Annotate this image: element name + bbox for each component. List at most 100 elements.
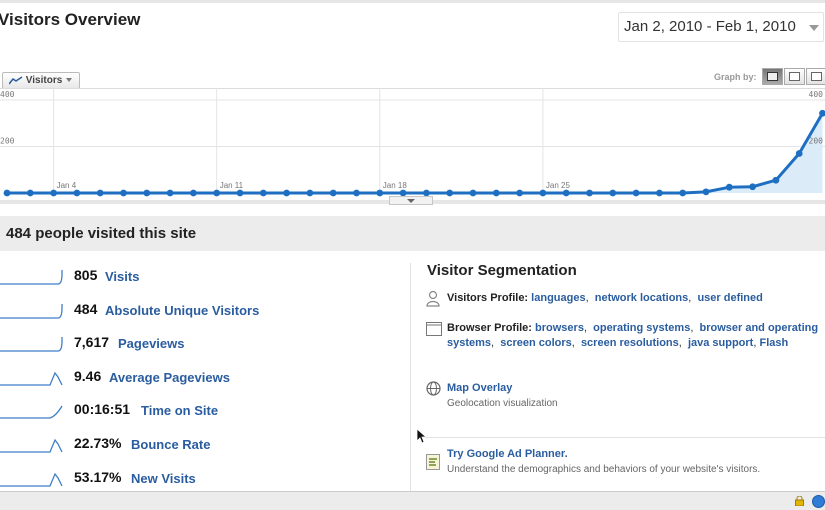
date-range-value: Jan 2, 2010 - Feb 1, 2010 [624,18,796,35]
data-point [492,189,500,197]
y-tick-label-left: 200 [0,137,15,146]
x-tick-label: Jan 18 [383,181,408,190]
link-browsers[interactable]: browsers [535,322,584,334]
lock-icon [795,496,804,506]
data-point [376,189,384,197]
data-point [516,189,523,197]
link-ad-planner[interactable]: Try Google Ad Planner. [447,447,817,462]
link-java-support[interactable]: java support [688,337,753,349]
data-point [329,189,337,197]
metric-row: 7,617 Pageviews [0,331,400,355]
visitors-profile: Visitors Profile: languages, network loc… [447,292,763,304]
x-tick-label: Jan 11 [220,181,244,190]
sparkline [0,472,63,487]
data-point [306,189,314,197]
chevron-down-icon[interactable] [809,25,819,31]
metric-value: 7,617 [74,334,110,350]
link-network-locations[interactable]: network locations [595,292,689,304]
ad-planner-icon [426,454,440,470]
data-point [586,189,593,197]
data-point [96,189,104,197]
ad-planner: Try Google Ad Planner. Understand the de… [447,447,817,477]
x-tick-label: Jan 4 [57,181,77,190]
graph-by-day-button[interactable] [762,68,783,85]
data-point [772,176,780,184]
metric-value: 22.73% [74,435,122,451]
data-point [3,189,11,197]
date-range-selector[interactable]: Jan 2, 2010 - Feb 1, 2010 [618,12,824,42]
metric-dropdown-label: Visitors [25,75,63,86]
mouse-pointer-icon [416,428,426,444]
data-point [120,189,127,197]
data-point [26,189,34,197]
link-screen-resolutions[interactable]: screen resolutions [581,337,679,349]
data-point [73,189,81,197]
summary-headline: 484 people visited this site [0,216,825,251]
metric-row: 9.46 Average Pageviews [0,365,400,389]
metric-value: 00:16:51 [74,401,131,417]
data-point [143,189,151,197]
link-languages[interactable]: languages [531,292,585,304]
map-overlay: Map Overlay Geolocation visualization [447,381,807,411]
data-point [213,189,221,197]
data-point [609,189,617,197]
visitors-chart[interactable]: 400 200 400 200 Jan 4 Jan 11 Jan 18 Jan 25 [0,88,825,200]
data-point [679,189,687,197]
globe-icon [426,381,441,396]
sparkline [0,438,63,453]
link-operating-systems[interactable]: operating systems [593,322,690,334]
line-chart-icon [8,76,23,85]
data-point [795,150,803,157]
day-icon [767,72,778,81]
data-point [446,189,454,197]
metric-link[interactable]: Absolute Unique Visitors [105,303,259,318]
y-tick-label-left: 400 [0,90,15,99]
network-status-icon [812,495,825,508]
x-tick-label: Jan 25 [546,181,571,190]
data-point [539,189,547,197]
column-divider [410,263,411,491]
chart-collapse-handle[interactable] [389,196,433,205]
graph-by-label: Graph by: [714,72,757,82]
metric-dropdown[interactable]: Visitors [2,72,80,89]
metric-link[interactable]: Bounce Rate [131,437,210,452]
data-point [259,189,267,197]
browser-profile: Browser Profile: browsers, operating sys… [447,322,819,349]
month-icon [811,72,822,81]
segmentation-divider [420,437,825,438]
ad-planner-description: Understand the demographics and behavior… [447,464,761,475]
data-point [562,189,570,197]
week-icon [789,72,800,81]
sparkline [0,337,63,352]
sparkline [0,371,63,386]
sparkline [0,405,63,419]
data-point [656,189,663,197]
data-point [166,189,174,197]
graph-by-month-button[interactable] [806,68,825,85]
link-map-overlay[interactable]: Map Overlay [447,381,807,396]
link-flash[interactable]: Flash [759,337,788,349]
browser-status-bar [0,491,825,510]
sparkline [0,304,63,319]
metric-row: 00:16:51 Time on Site [0,398,400,422]
metric-link[interactable]: New Visits [131,471,196,486]
data-point [749,183,756,191]
metric-link[interactable]: Average Pageviews [109,370,230,385]
data-point [469,189,477,197]
link-user-defined[interactable]: user defined [697,292,762,304]
data-point [725,183,733,191]
metric-link[interactable]: Pageviews [118,336,185,351]
series-line [7,112,824,195]
metric-link[interactable]: Time on Site [141,403,218,418]
data-point [702,188,710,196]
metric-value: 484 [74,301,98,317]
metric-link[interactable]: Visits [105,269,139,284]
data-point [353,189,360,197]
browser-profile-label: Browser Profile: [447,322,532,334]
data-point [50,189,57,197]
metric-value: 805 [74,267,98,283]
metric-value: 9.46 [74,368,102,384]
metric-value: 53.17% [74,469,122,485]
link-screen-colors[interactable]: screen colors [500,337,572,349]
graph-by-week-button[interactable] [784,68,805,85]
